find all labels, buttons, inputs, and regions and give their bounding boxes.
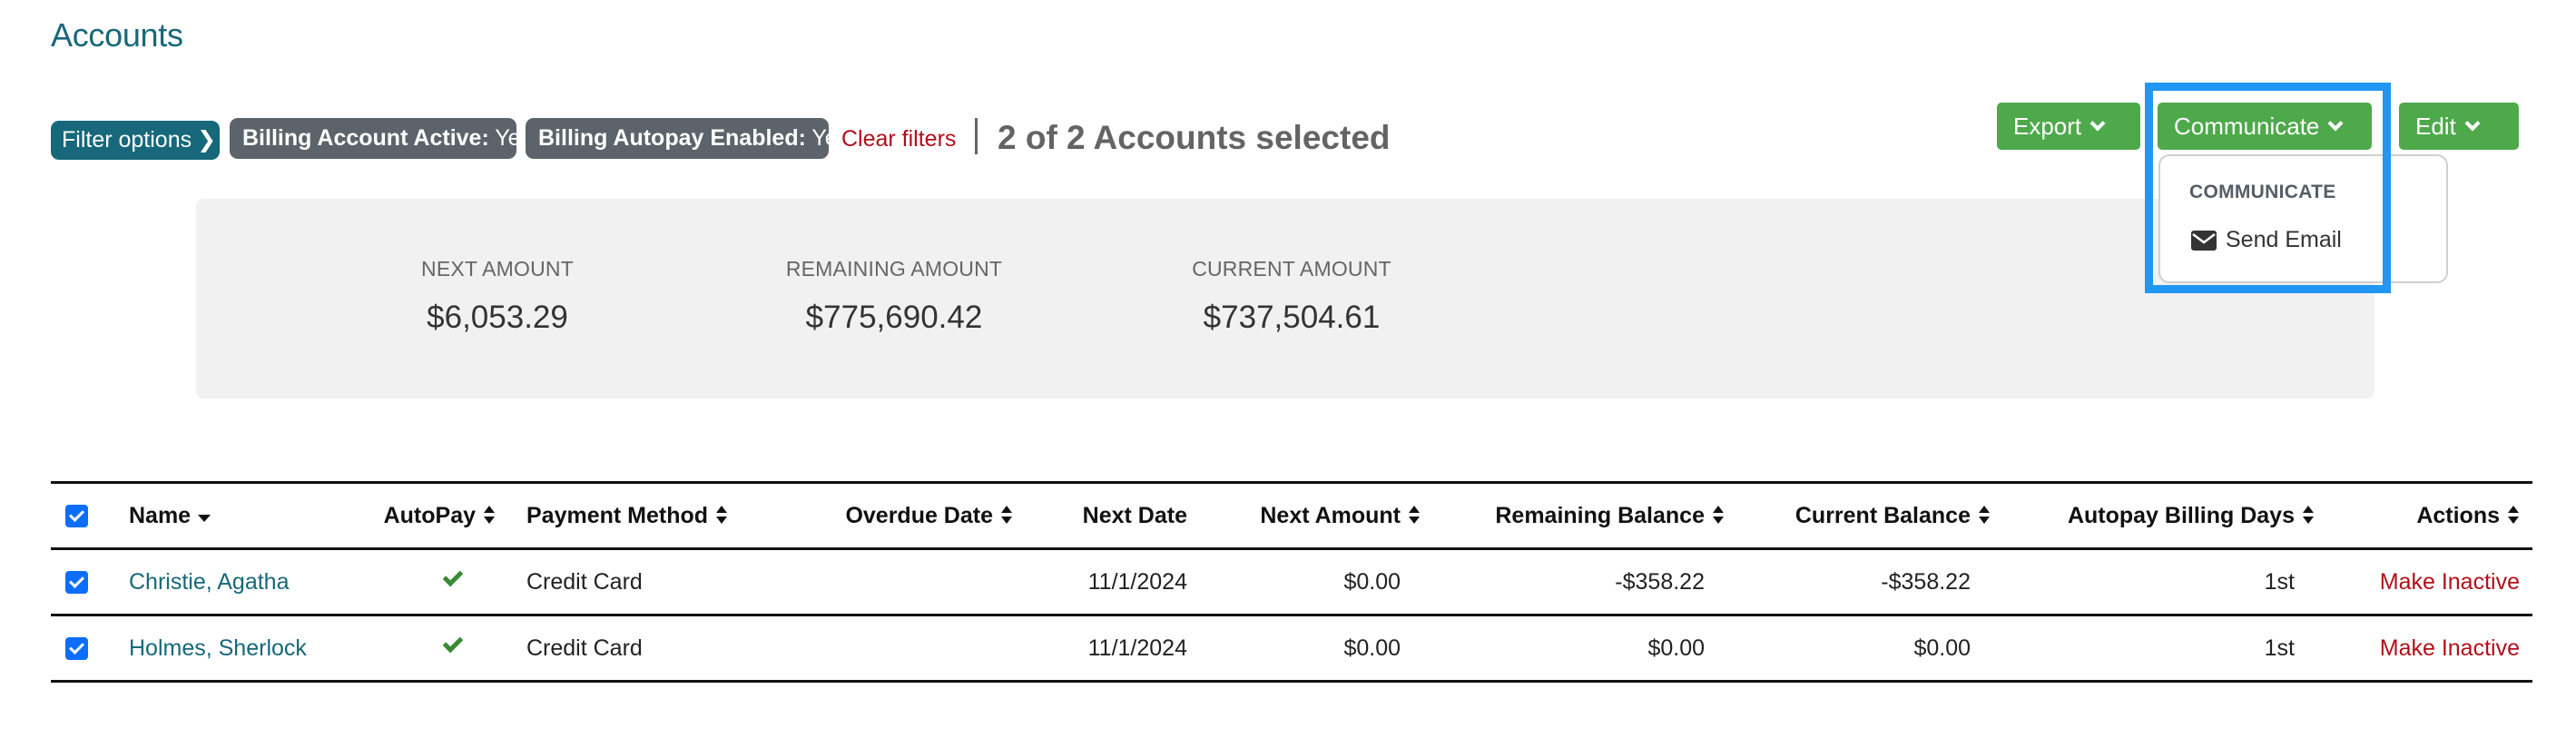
- column-label: Remaining Balance: [1495, 502, 1705, 528]
- selected-count-text: of 2 Accounts selected: [1025, 119, 1391, 156]
- column-label: AutoPay: [383, 502, 476, 528]
- remaining-balance: -$358.22: [1615, 568, 1705, 595]
- column-header-name[interactable]: Name: [129, 483, 374, 549]
- make-inactive-link[interactable]: Make Inactive: [2380, 635, 2520, 661]
- export-label: Export: [2013, 113, 2082, 140]
- stat-label: REMAINING AMOUNT: [785, 257, 1003, 280]
- chevron-down-icon: [2089, 115, 2106, 132]
- current-balance: -$358.22: [1881, 568, 1971, 595]
- chevron-right-icon: ❯: [197, 127, 217, 153]
- autopay-check-icon: [442, 566, 464, 586]
- column-header-actions[interactable]: Actions: [2315, 483, 2532, 549]
- payment-method: Credit Card: [526, 568, 643, 595]
- table-row: Christie, Agatha Credit Card 11/1/2024 $…: [51, 549, 2532, 615]
- account-name-link[interactable]: Christie, Agatha: [129, 569, 290, 595]
- page-title: Accounts: [51, 16, 183, 54]
- column-header-payment-method[interactable]: Payment Method: [496, 483, 759, 549]
- column-label: Next Amount: [1260, 502, 1401, 528]
- summary-panel: NEXT AMOUNT $6,053.29 REMAINING AMOUNT $…: [196, 199, 2374, 399]
- table-row: Holmes, Sherlock Credit Card 11/1/2024 $…: [51, 615, 2532, 682]
- autopay-check-icon: [442, 632, 464, 653]
- autopay-billing-days: 1st: [2264, 635, 2295, 661]
- stat-value: $6,053.29: [427, 300, 568, 335]
- send-email-menu-item[interactable]: Send Email: [2191, 227, 2342, 253]
- communicate-button[interactable]: Communicate: [2158, 103, 2372, 150]
- filter-options-label: Filter options: [62, 127, 192, 153]
- select-all-checkbox[interactable]: [65, 505, 88, 528]
- stat-remaining-amount: REMAINING AMOUNT $775,690.42: [767, 257, 1021, 336]
- column-header-next-date: Next Date: [1013, 483, 1187, 549]
- edit-button[interactable]: Edit: [2399, 103, 2519, 150]
- remaining-balance: $0.00: [1647, 635, 1705, 661]
- sort-icon: [715, 505, 728, 525]
- row-checkbox[interactable]: [65, 637, 88, 661]
- stat-value: $737,504.61: [1203, 300, 1381, 335]
- sort-icon: [483, 505, 496, 525]
- next-amount: $0.00: [1343, 635, 1401, 661]
- stat-label: CURRENT AMOUNT: [1192, 257, 1391, 280]
- selected-count: 2 of 2 Accounts selected: [998, 115, 1391, 161]
- stat-next-amount: NEXT AMOUNT $6,053.29: [407, 257, 588, 336]
- column-label: Payment Method: [526, 502, 709, 528]
- overdue-date: [759, 615, 1013, 682]
- column-label: Name: [129, 502, 192, 528]
- sort-icon: [1408, 505, 1421, 525]
- sort-icon: [2302, 505, 2315, 525]
- selected-count-number: 2: [998, 119, 1017, 156]
- chevron-down-icon: [2464, 115, 2481, 132]
- sort-icon: [1712, 505, 1725, 525]
- current-balance: $0.00: [1913, 635, 1971, 661]
- communicate-dropdown-menu: COMMUNICATE Send Email: [2158, 154, 2448, 283]
- clear-filters-link[interactable]: Clear filters: [841, 121, 956, 157]
- filter-chip-key: Billing Account Active:: [242, 125, 489, 151]
- sort-icon: [1978, 505, 1991, 525]
- autopay-billing-days: 1st: [2264, 568, 2295, 595]
- column-label: Current Balance: [1794, 502, 1971, 528]
- filter-chip-billing-account-active[interactable]: Billing Account Active: Yes: [230, 118, 532, 159]
- divider: [975, 118, 978, 154]
- chevron-down-icon: [2327, 115, 2344, 132]
- column-header-remaining-balance[interactable]: Remaining Balance: [1421, 483, 1725, 549]
- next-amount: $0.00: [1343, 568, 1401, 595]
- column-header-autopay-billing-days[interactable]: Autopay Billing Days: [1991, 483, 2315, 549]
- communicate-label: Communicate: [2174, 113, 2320, 140]
- table-header-row: Name AutoPay Payment Method Overdue Date…: [51, 482, 2532, 549]
- envelope-icon: [2191, 230, 2217, 251]
- dropdown-header: COMMUNICATE: [2189, 182, 2336, 202]
- stat-label: NEXT AMOUNT: [421, 257, 574, 280]
- column-label: Overdue Date: [845, 502, 993, 528]
- column-header-next-amount[interactable]: Next Amount: [1187, 483, 1421, 549]
- account-name-link[interactable]: Holmes, Sherlock: [129, 635, 307, 661]
- stat-value: $775,690.42: [805, 300, 983, 335]
- overdue-date: [759, 549, 1013, 615]
- export-button[interactable]: Export: [1997, 103, 2140, 150]
- filter-chip-billing-autopay-enabled[interactable]: Billing Autopay Enabled: Yes: [526, 118, 849, 159]
- sort-icon: [1000, 505, 1013, 525]
- sort-desc-icon: [198, 514, 211, 522]
- next-date: 11/1/2024: [1087, 568, 1187, 595]
- payment-method: Credit Card: [526, 635, 643, 661]
- filter-chip-key: Billing Autopay Enabled:: [538, 125, 806, 151]
- filter-options-button[interactable]: Filter options ❯: [51, 121, 220, 160]
- edit-label: Edit: [2415, 113, 2456, 140]
- row-checkbox[interactable]: [65, 571, 88, 595]
- column-label: Next Date: [1082, 502, 1187, 528]
- accounts-table: Name AutoPay Payment Method Overdue Date…: [51, 481, 2532, 683]
- column-header-current-balance[interactable]: Current Balance: [1725, 483, 1991, 549]
- make-inactive-link[interactable]: Make Inactive: [2380, 569, 2520, 595]
- send-email-label: Send Email: [2226, 227, 2342, 252]
- stat-current-amount: CURRENT AMOUNT $737,504.61: [1183, 257, 1401, 336]
- column-label: Actions: [2416, 502, 2500, 528]
- next-date: 11/1/2024: [1087, 635, 1187, 661]
- sort-icon: [2507, 505, 2520, 525]
- column-header-overdue-date[interactable]: Overdue Date: [759, 483, 1013, 549]
- column-label: Autopay Billing Days: [2067, 502, 2295, 528]
- column-header-autopay[interactable]: AutoPay: [374, 483, 496, 549]
